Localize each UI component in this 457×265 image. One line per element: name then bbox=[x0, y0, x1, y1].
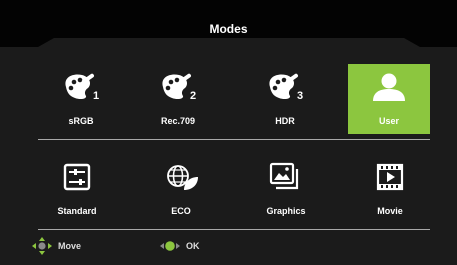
page-title: Modes bbox=[209, 22, 248, 36]
mode-label: ECO bbox=[171, 206, 191, 216]
mode-badge: 2 bbox=[190, 90, 197, 102]
mode-badge: 1 bbox=[93, 90, 100, 102]
mode-label: HDR bbox=[275, 116, 295, 126]
divider-bottom bbox=[38, 229, 430, 230]
film-play-icon bbox=[376, 163, 404, 191]
ok-button-icon bbox=[160, 241, 180, 251]
images-icon bbox=[269, 162, 299, 190]
move-label: Move bbox=[58, 241, 82, 251]
mode-badge: 3 bbox=[297, 90, 304, 102]
mode-tile-graphics[interactable]: Graphics bbox=[245, 155, 327, 223]
osd-panel: Modes 1 sRGB 2 Rec.709 3 HDR User Standa… bbox=[0, 0, 457, 265]
mode-label: Standard bbox=[57, 206, 97, 216]
mode-label: Graphics bbox=[266, 206, 306, 216]
move-hint: Move bbox=[30, 236, 81, 256]
mode-tile-hdr[interactable]: 3 HDR bbox=[244, 64, 326, 134]
globe-leaf-icon bbox=[167, 165, 198, 190]
divider-top bbox=[38, 139, 430, 140]
mode-tile-movie[interactable]: Movie bbox=[349, 155, 431, 223]
four-way-arrows-icon bbox=[32, 237, 52, 255]
mode-tile-eco[interactable]: ECO bbox=[140, 155, 222, 223]
mode-tile-srgb[interactable]: 1 sRGB bbox=[40, 64, 122, 134]
user-icon bbox=[373, 73, 405, 101]
mode-label: sRGB bbox=[68, 116, 94, 126]
mode-label: Movie bbox=[377, 206, 403, 216]
header-bar: Modes bbox=[0, 0, 457, 48]
ok-hint: OK bbox=[158, 236, 200, 256]
ok-label: OK bbox=[186, 241, 200, 251]
mode-label: User bbox=[378, 116, 399, 126]
mode-tile-user[interactable]: User bbox=[348, 64, 430, 134]
mode-label: Rec.709 bbox=[160, 116, 196, 126]
mode-tile-rec709[interactable]: 2 Rec.709 bbox=[137, 64, 219, 134]
sliders-icon bbox=[63, 163, 91, 191]
mode-tile-standard[interactable]: Standard bbox=[36, 155, 118, 223]
